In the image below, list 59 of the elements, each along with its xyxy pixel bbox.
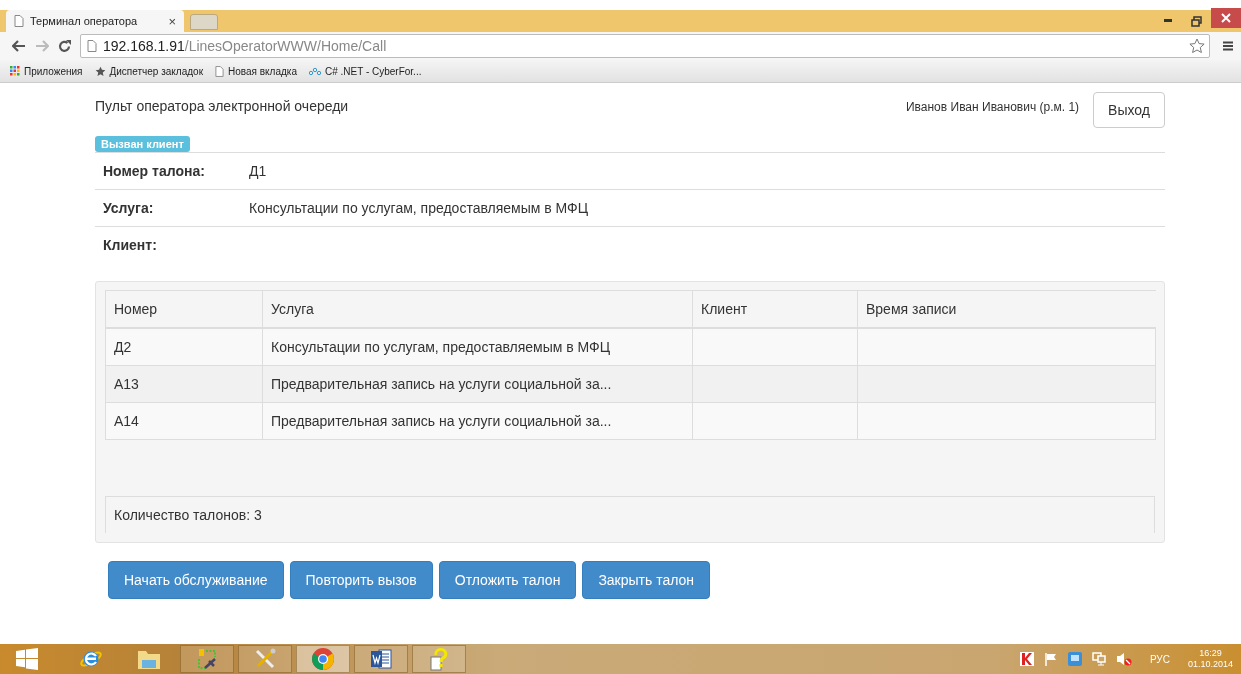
folder-icon <box>137 648 161 670</box>
page-title: Пульт оператора электронной очереди <box>95 98 349 114</box>
user-name: Иванов Иван Иванович (р.м. 1) <box>905 100 1080 114</box>
action-button[interactable]: Повторить вызов <box>289 561 433 599</box>
nodes-icon <box>308 66 321 76</box>
status-badge: Вызван клиент <box>95 136 190 152</box>
action-button[interactable]: Начать обслуживание <box>108 561 284 599</box>
bookmark[interactable]: Приложения <box>10 65 83 77</box>
reload-icon[interactable] <box>58 39 71 53</box>
action-button[interactable]: Закрыть талон <box>582 561 711 599</box>
antivirus-icon[interactable] <box>1019 652 1034 666</box>
table-cell: А14 <box>105 402 263 440</box>
bookmark[interactable]: Диспетчер закладок <box>94 65 203 77</box>
taskbar-app[interactable] <box>238 645 292 673</box>
page-icon <box>14 15 24 27</box>
help-document-icon <box>429 647 449 671</box>
network-tool-icon <box>196 648 218 670</box>
close-tab-button[interactable]: × <box>168 13 176 29</box>
table-cell: Д2 <box>105 328 263 366</box>
network-icon[interactable] <box>1091 652 1106 666</box>
field-value: Д1 <box>249 163 267 179</box>
table-cell: Консультации по услугам, предоставляемым в МФЦ <box>262 328 693 366</box>
back-icon[interactable] <box>12 40 26 52</box>
address-bar[interactable]: 192.168.1.91/LinesOperatorWWW/Home/Call <box>80 34 1210 58</box>
table-footer: Количество талонов: 3 <box>105 496 1155 533</box>
document-w-icon <box>369 648 393 670</box>
field-label: Клиент: <box>103 237 158 253</box>
windows-logo-icon[interactable] <box>16 648 38 670</box>
table-cell: Предварительная запись на услуги социальной за... <box>262 365 693 403</box>
field-value: Консультации по услугам, предоставляемым в МФЦ <box>249 200 589 216</box>
bookmark[interactable]: Новая вкладка <box>215 65 297 77</box>
field-label: Номер талона: <box>103 163 206 179</box>
taskbar-app[interactable] <box>180 645 234 673</box>
url-text: 192.168.1.91/LinesOperatorWWW/Home/Call <box>103 38 387 54</box>
table-cell: Предварительная запись на услуги социальной за... <box>262 402 693 440</box>
wrench-screwdriver-icon <box>254 648 276 670</box>
star-icon[interactable] <box>1189 38 1205 54</box>
speaker-muted-icon[interactable] <box>1115 652 1132 666</box>
network-manager-icon[interactable] <box>1067 652 1082 666</box>
browser-tab[interactable]: Терминал оператора × <box>6 10 184 32</box>
page-icon <box>215 65 224 77</box>
close-icon <box>1221 13 1231 23</box>
star-icon <box>94 65 106 77</box>
close-window-button[interactable] <box>1211 8 1241 28</box>
menu-icon[interactable] <box>1223 41 1233 51</box>
bookmark[interactable]: C# .NET - CyberFor... <box>308 65 422 77</box>
minimize-icon[interactable] <box>1163 19 1173 23</box>
taskbar-app[interactable] <box>412 645 466 673</box>
apps-grid-icon <box>10 66 20 76</box>
restore-icon[interactable] <box>1191 15 1202 27</box>
tab-title: Терминал оператора <box>30 15 139 27</box>
logout-button[interactable]: Выход <box>1093 92 1165 128</box>
flag-icon[interactable] <box>1043 652 1058 666</box>
field-label: Услуга: <box>103 200 155 216</box>
action-button[interactable]: Отложить талон <box>438 561 577 599</box>
taskbar-app[interactable] <box>354 645 408 673</box>
page-icon <box>87 40 97 52</box>
table-cell: А13 <box>105 365 263 403</box>
chrome-icon <box>311 647 335 671</box>
